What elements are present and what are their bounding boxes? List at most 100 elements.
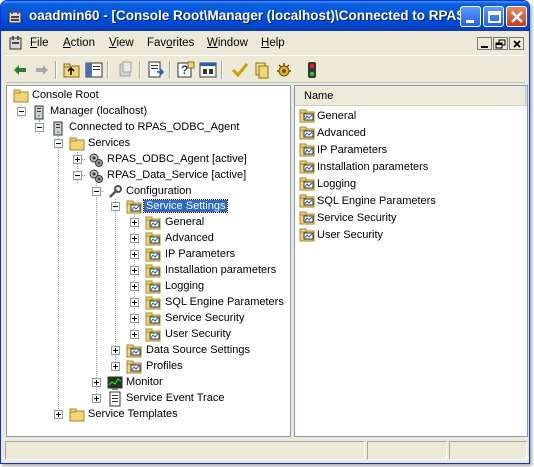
tree-item-label: General	[165, 216, 205, 228]
tree-item-label: Service Security	[165, 312, 245, 324]
tree-item-label: IP Parameters	[165, 248, 236, 260]
app-icon[interactable]	[8, 9, 24, 25]
maximize-button[interactable]	[483, 6, 504, 27]
folder-icon	[13, 88, 29, 104]
title-bar[interactable]: oaadmin60 - [Console Root\Manager (local…	[1, 1, 529, 31]
tree-item-manager[interactable]: Manager (localhost)	[7, 104, 287, 120]
system-menu-icon[interactable]	[9, 36, 25, 50]
collapse-icon[interactable]	[35, 123, 44, 132]
tree-item-installation-parameters[interactable]: Installation parameters	[7, 263, 287, 279]
toolbar-separator	[221, 61, 223, 79]
tree-item-monitor[interactable]: Monitor	[7, 375, 287, 391]
tree-item-logging[interactable]: Logging	[7, 279, 287, 295]
expand-icon[interactable]	[92, 378, 101, 387]
expand-icon[interactable]	[111, 362, 120, 371]
tree-item-service-settings[interactable]: Service Settings	[7, 199, 287, 215]
result-list[interactable]: Name General Advanced IP Parameters Inst…	[294, 85, 528, 437]
tree-item-user-security[interactable]: User Security	[7, 327, 287, 343]
back-arrow-icon[interactable]	[11, 61, 29, 79]
settings-folder-icon	[145, 295, 161, 311]
traffic-light-icon[interactable]	[303, 61, 321, 79]
menu-help[interactable]: Help	[261, 37, 285, 49]
settings-folder-icon	[145, 231, 161, 247]
tree-item-label: Service Settings	[142, 199, 229, 213]
show-hide-tree-icon[interactable]	[85, 61, 103, 79]
expand-icon[interactable]	[130, 298, 139, 307]
list-item-label: General	[317, 110, 357, 122]
check-icon[interactable]	[231, 61, 249, 79]
tree-item-label: Logging	[165, 280, 205, 292]
console-tree[interactable]: Console Root Manager (localhost) Connect…	[6, 85, 291, 437]
menu-window[interactable]: Window	[207, 37, 248, 49]
window-title: oaadmin60 - [Console Root\Manager (local…	[29, 8, 477, 23]
expand-icon[interactable]	[73, 155, 82, 164]
expand-icon[interactable]	[130, 218, 139, 227]
list-item-label: Service Security	[317, 212, 397, 224]
settings-folder-icon	[145, 279, 161, 295]
help-icon[interactable]: ?	[177, 61, 195, 79]
expand-icon[interactable]	[130, 314, 139, 323]
expand-icon[interactable]	[130, 250, 139, 259]
tree-item-ip-parameters[interactable]: IP Parameters	[7, 247, 287, 263]
toolbar: ?	[5, 55, 525, 83]
tree-item-service-event-trace[interactable]: Service Event Trace	[7, 391, 287, 407]
tree-item-data-source-settings[interactable]: Data Source Settings	[7, 343, 287, 359]
expand-icon[interactable]	[130, 330, 139, 339]
tree-item-configuration[interactable]: Configuration	[7, 184, 287, 200]
menu-favorites[interactable]: Favorites	[147, 37, 194, 49]
menu-action[interactable]: Action	[63, 37, 95, 49]
settings-folder-icon	[299, 108, 315, 124]
menu-bar: File Action View Favorites Window Help	[5, 32, 525, 54]
child-close-button[interactable]	[509, 37, 524, 50]
menu-file[interactable]: File	[30, 37, 49, 49]
menu-view[interactable]: View	[109, 37, 134, 49]
close-button[interactable]	[506, 6, 527, 27]
settings-folder-icon	[299, 125, 315, 141]
tree-item-data-service[interactable]: RPAS_Data_Service [active]	[7, 168, 287, 184]
minimize-button[interactable]	[460, 6, 481, 27]
tree-item-service-security[interactable]: Service Security	[7, 311, 287, 327]
column-header-name[interactable]: Name	[295, 86, 526, 105]
expand-icon[interactable]	[130, 282, 139, 291]
list-header: Name	[295, 86, 527, 106]
settings-folder-icon	[126, 199, 142, 215]
tree-item-console-root[interactable]: Console Root	[7, 88, 287, 104]
collapse-icon[interactable]	[54, 139, 63, 148]
collapse-icon[interactable]	[17, 107, 26, 116]
properties-icon[interactable]	[199, 61, 217, 79]
expand-icon[interactable]	[92, 394, 101, 403]
svg-text:?: ?	[181, 63, 188, 77]
mmc-window: oaadmin60 - [Console Root\Manager (local…	[0, 0, 530, 464]
expand-icon[interactable]	[130, 266, 139, 275]
export-list-icon[interactable]	[147, 61, 165, 79]
copy-icon[interactable]	[253, 61, 271, 79]
expand-icon[interactable]	[130, 234, 139, 243]
tree-item-label: Manager (localhost)	[50, 105, 148, 117]
gear-bug-icon[interactable]	[275, 61, 293, 79]
settings-folder-icon	[145, 311, 161, 327]
status-segment	[367, 441, 447, 460]
list-item-label: Installation parameters	[317, 161, 429, 173]
child-restore-button[interactable]	[493, 37, 508, 50]
tree-item-odbc-agent[interactable]: RPAS_ODBC_Agent [active]	[7, 152, 287, 168]
collapse-icon[interactable]	[92, 187, 101, 196]
tree-item-services[interactable]: Services	[7, 136, 287, 152]
tree-item-connected[interactable]: Connected to RPAS_ODBC_Agent	[7, 120, 287, 136]
forward-arrow-icon[interactable]	[33, 61, 51, 79]
expand-icon[interactable]	[111, 346, 120, 355]
tree-item-sql-engine-parameters[interactable]: SQL Engine Parameters	[7, 295, 287, 311]
minimize-icon	[466, 20, 474, 23]
settings-folder-icon	[126, 343, 142, 359]
tree-item-profiles[interactable]: Profiles	[7, 359, 287, 375]
tree-item-advanced[interactable]: Advanced	[7, 231, 287, 247]
tree-item-general[interactable]: General	[7, 215, 287, 231]
restore-icon	[495, 39, 506, 49]
collapse-icon[interactable]	[73, 171, 82, 180]
collapse-icon[interactable]	[111, 202, 120, 211]
delete-icon[interactable]	[117, 61, 135, 79]
tree-item-service-templates[interactable]: Service Templates	[7, 407, 287, 423]
tree-item-label: Configuration	[126, 185, 192, 197]
expand-icon[interactable]	[54, 410, 63, 419]
up-folder-icon[interactable]	[63, 61, 81, 79]
child-minimize-button[interactable]	[477, 37, 492, 50]
